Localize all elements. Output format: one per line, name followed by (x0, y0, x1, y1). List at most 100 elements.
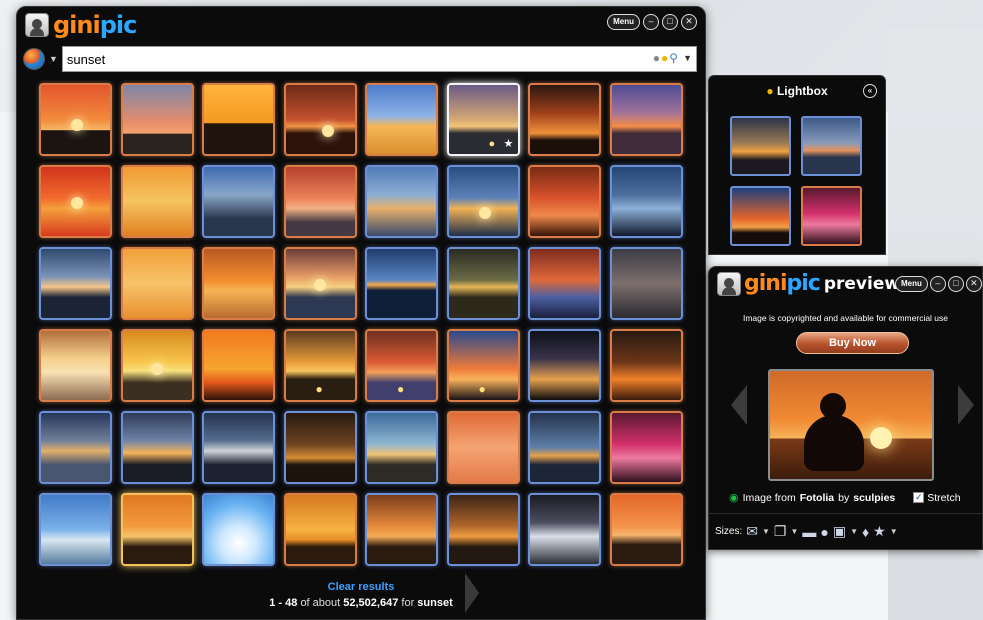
wallpaper-icon[interactable]: ▬ (802, 524, 816, 540)
result-thumbnail[interactable] (202, 329, 275, 402)
stretch-option[interactable]: ✓ Stretch (913, 492, 961, 504)
lightbox-collapse-icon[interactable]: « (863, 84, 877, 98)
lightbox-add-icon[interactable]: ♦ (862, 524, 869, 540)
result-thumbnail[interactable] (609, 165, 683, 238)
result-thumbnail[interactable] (609, 247, 683, 320)
preview-minimize-icon[interactable]: – (929, 276, 946, 292)
result-thumbnail[interactable] (609, 411, 683, 484)
result-thumbnail[interactable] (283, 411, 357, 484)
result-thumbnail[interactable] (283, 493, 357, 566)
thumbnail-bulb-icon[interactable]: ● (316, 382, 323, 396)
result-thumbnail[interactable] (120, 329, 194, 402)
star-dropdown-icon[interactable]: ▼ (890, 527, 898, 536)
thumbnail-lightbox-icon[interactable]: ● (489, 138, 496, 150)
result-thumbnail[interactable] (202, 247, 275, 320)
result-thumbnail[interactable]: ● (365, 329, 438, 402)
thumbnail-sun (313, 279, 326, 291)
result-thumbnail[interactable] (202, 83, 275, 156)
result-thumbnail[interactable] (39, 165, 112, 238)
result-thumbnail[interactable] (365, 165, 438, 238)
result-thumbnail[interactable] (283, 83, 357, 156)
lightbox-thumbnail[interactable] (730, 186, 791, 246)
result-thumbnail[interactable] (528, 493, 601, 566)
favorite-star-icon[interactable]: ★ (873, 523, 886, 540)
result-thumbnail[interactable] (528, 83, 601, 156)
result-thumbnail[interactable] (39, 247, 112, 320)
result-thumbnail[interactable] (202, 411, 275, 484)
next-page-arrow-icon[interactable] (465, 573, 479, 613)
result-thumbnail[interactable] (365, 247, 438, 320)
result-thumbnail[interactable] (528, 411, 601, 484)
previous-image-arrow-icon[interactable] (731, 385, 747, 425)
email-dropdown-icon[interactable]: ▼ (762, 527, 770, 536)
engine-dropdown-icon[interactable]: ▼ (49, 54, 58, 64)
result-thumbnail[interactable] (39, 411, 112, 484)
web-icon[interactable]: ● (820, 524, 828, 540)
result-thumbnail[interactable] (120, 493, 194, 566)
result-thumbnail[interactable] (365, 83, 438, 156)
maximize-icon[interactable]: □ (662, 14, 678, 30)
copy-dropdown-icon[interactable]: ▼ (790, 527, 798, 536)
email-icon[interactable]: ✉ (746, 523, 758, 540)
result-thumbnail[interactable] (283, 247, 357, 320)
title-bar[interactable]: ginipic Menu – □ ✕ (17, 7, 705, 41)
search-engine-globe-icon[interactable] (23, 48, 45, 70)
result-thumbnail[interactable] (120, 165, 194, 238)
result-thumbnail[interactable] (120, 411, 194, 484)
preview-image[interactable] (768, 369, 934, 481)
result-thumbnail[interactable] (528, 165, 601, 238)
search-input[interactable] (62, 51, 623, 67)
preview-title-bar[interactable]: ginipic preview Menu – □ ✕ (709, 267, 982, 301)
result-thumbnail[interactable] (365, 411, 438, 484)
result-thumbnail[interactable] (39, 329, 112, 402)
result-thumbnail[interactable] (120, 83, 194, 156)
result-thumbnail[interactable] (446, 247, 520, 320)
result-thumbnail[interactable] (609, 83, 683, 156)
result-thumbnail[interactable] (446, 411, 520, 484)
preview-close-icon[interactable]: ✕ (965, 276, 982, 292)
result-thumbnail[interactable] (283, 165, 357, 238)
thumbnail-bulb-icon[interactable]: ● (479, 382, 486, 396)
result-thumbnail[interactable] (120, 247, 194, 320)
result-thumbnail[interactable]: ● (446, 329, 520, 402)
window-controls: Menu – □ ✕ (607, 14, 697, 30)
lightbox-thumbnail[interactable] (730, 116, 791, 176)
result-thumbnail[interactable] (528, 247, 601, 320)
thumbnail-bulb-icon[interactable]: ● (397, 382, 404, 396)
logo-portrait-icon (25, 13, 49, 37)
preview-menu-button[interactable]: Menu (895, 276, 928, 292)
magnifier-icon[interactable]: ⚲ (669, 51, 678, 65)
result-thumbnail[interactable] (202, 165, 275, 238)
result-thumbnail[interactable] (365, 493, 438, 566)
buy-now-button[interactable]: Buy Now (796, 332, 909, 354)
save-dropdown-icon[interactable]: ▼ (850, 527, 858, 536)
result-thumbnail[interactable] (609, 493, 683, 566)
dropdown-icon[interactable]: ▼ (683, 53, 692, 63)
minimize-icon[interactable]: – (643, 14, 659, 30)
lightbox-header: ● Lightbox « (709, 76, 885, 106)
next-image-arrow-icon[interactable] (958, 385, 974, 425)
result-thumbnail[interactable]: ● (283, 329, 357, 402)
camera-icon[interactable]: ● (653, 51, 660, 65)
close-icon[interactable]: ✕ (681, 14, 697, 30)
result-thumbnail[interactable] (609, 329, 683, 402)
stretch-checkbox[interactable]: ✓ (913, 492, 925, 503)
preview-maximize-icon[interactable]: □ (947, 276, 964, 292)
lightbox-thumbnail[interactable] (801, 186, 862, 246)
clear-results-link[interactable]: Clear results (17, 581, 705, 593)
lightbox-thumbnail[interactable] (801, 116, 862, 176)
result-thumbnail[interactable] (39, 493, 112, 566)
result-thumbnail[interactable] (39, 83, 112, 156)
save-icon[interactable]: ▣ (833, 523, 846, 540)
result-thumbnail[interactable] (202, 493, 275, 566)
result-thumbnail[interactable]: ● ★ (446, 83, 520, 156)
result-thumbnail[interactable] (446, 165, 520, 238)
author-link[interactable]: sculpies (853, 492, 895, 504)
copy-icon[interactable]: ❐ (774, 523, 787, 540)
menu-button[interactable]: Menu (607, 14, 640, 30)
bulb-icon[interactable]: ● (661, 51, 668, 65)
result-thumbnail[interactable] (446, 493, 520, 566)
source-site-link[interactable]: Fotolia (800, 492, 834, 504)
result-thumbnail[interactable] (528, 329, 601, 402)
thumbnail-star-icon[interactable]: ★ (504, 137, 514, 150)
